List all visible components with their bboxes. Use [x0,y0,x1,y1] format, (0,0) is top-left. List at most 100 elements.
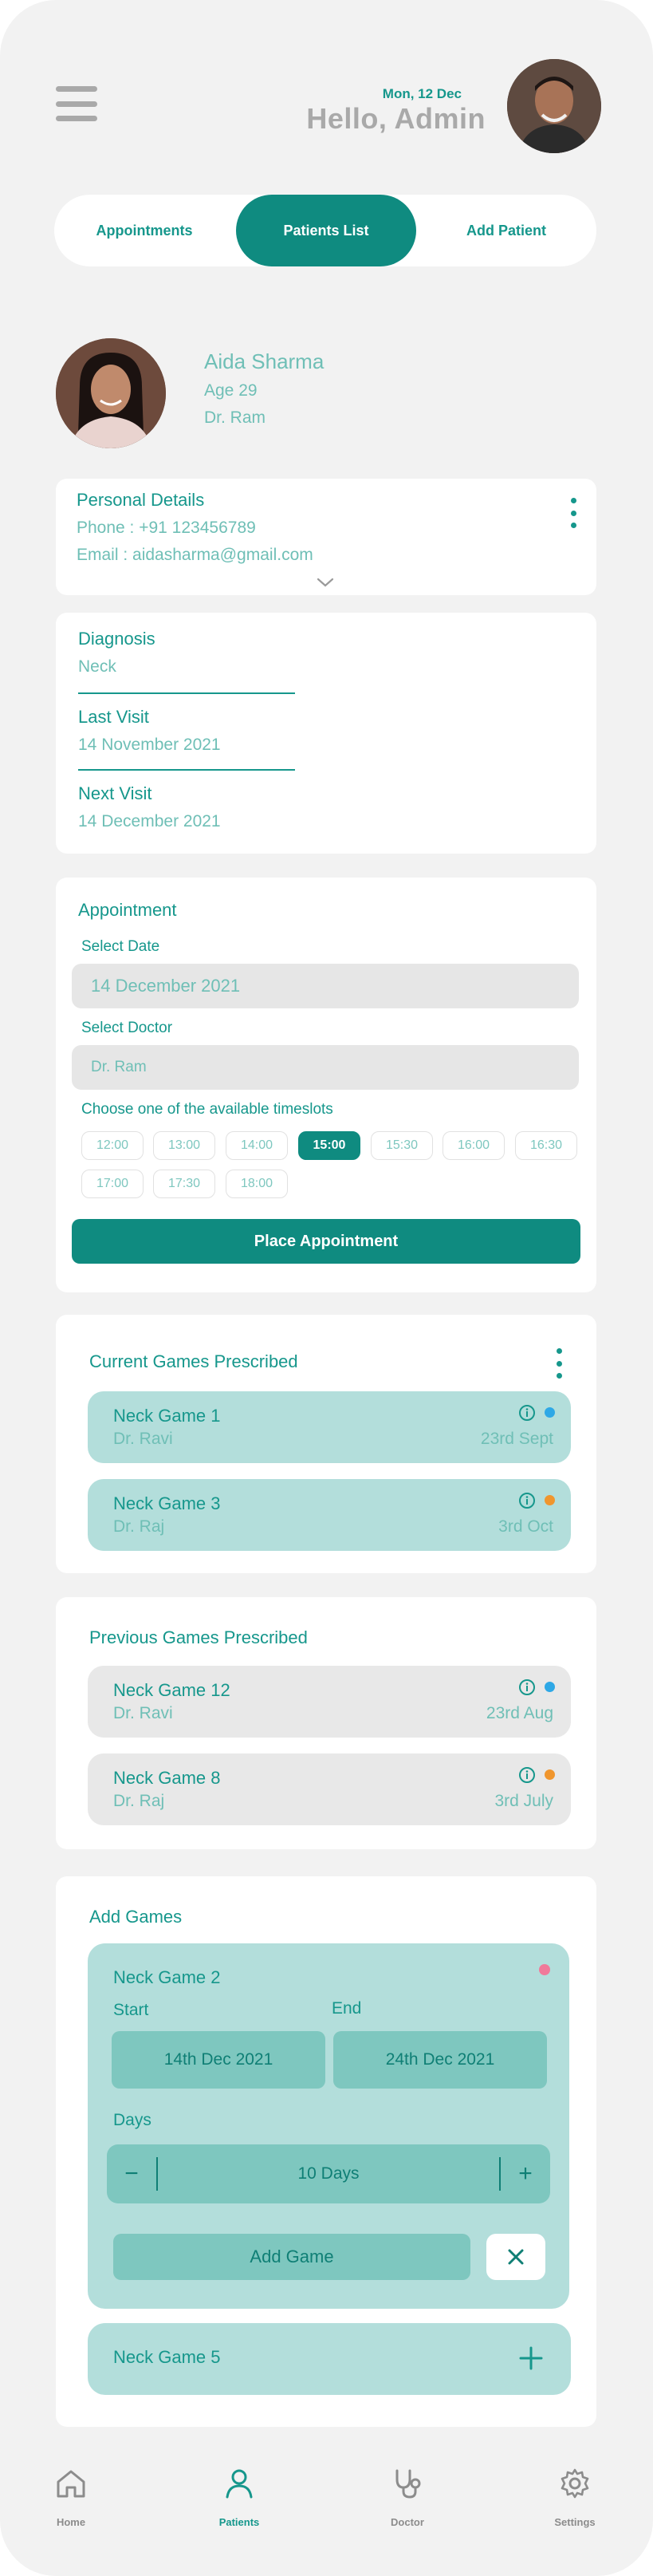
date-select[interactable]: 14 December 2021 [72,964,579,1008]
place-appointment-button[interactable]: Place Appointment [72,1219,580,1264]
nav-home[interactable]: Home [23,2467,119,2528]
select-date-label: Select Date [81,938,160,955]
select-doctor-label: Select Doctor [81,1020,173,1036]
status-dot [545,1407,555,1418]
status-dot [539,1964,550,1975]
chevron-down-icon[interactable] [316,576,335,589]
tab-bar: Appointments Patients List Add Patient [54,195,596,266]
next-visit-value: 14 December 2021 [78,812,221,830]
tab-appointments[interactable]: Appointments [54,195,234,266]
timeslot[interactable]: 12:00 [81,1131,144,1160]
status-dot [545,1495,555,1505]
patient-age: Age 29 [204,381,258,400]
start-date-picker[interactable]: 14th Dec 2021 [112,2031,325,2089]
add-games-title: Add Games [89,1907,183,1927]
increment-button[interactable]: + [501,2144,550,2203]
plus-icon[interactable] [518,2345,544,2371]
gear-icon [561,2468,589,2499]
timeslot[interactable]: 14:00 [226,1131,288,1160]
patient-name: Aida Sharma [204,349,325,373]
user-icon [226,2469,253,2499]
game-doctor: Dr. Ravi [113,1430,173,1448]
end-date-picker[interactable]: 24th Dec 2021 [333,2031,547,2089]
current-games-card: Current Games Prescribed Neck Game 1 Dr.… [56,1315,596,1573]
menu-icon[interactable] [56,85,97,123]
timeslot[interactable]: 16:30 [515,1131,577,1160]
status-dot [545,1682,555,1692]
tab-patients-list[interactable]: Patients List [236,195,416,266]
close-icon [508,2249,524,2265]
personal-phone: Phone : +91 123456789 [77,519,256,537]
last-visit-value: 14 November 2021 [78,736,221,754]
game-name: Neck Game 8 [113,1768,221,1788]
personal-details-card: Personal Details Phone : +91 123456789 E… [56,479,596,595]
home-icon [57,2470,85,2498]
game-date: 23rd Sept [480,1430,553,1448]
nav-settings[interactable]: Settings [527,2467,623,2528]
previous-games-card: Previous Games Prescribed Neck Game 12 D… [56,1597,596,1849]
nav-patients[interactable]: Patients [191,2467,287,2528]
last-visit-label: Last Visit [78,707,149,727]
game-name: Neck Game 5 [113,2347,221,2367]
divider [78,692,295,694]
days-label: Days [113,2111,151,2129]
game-doctor: Dr. Ravi [113,1704,173,1722]
nav-label: Patients [218,2516,260,2528]
info-icon[interactable] [518,1766,536,1784]
game-name: Neck Game 1 [113,1406,221,1426]
diagnosis-value: Neck [78,657,116,676]
next-visit-label: Next Visit [78,783,152,803]
days-stepper: − 10 Days + [107,2144,550,2203]
more-options-icon[interactable] [571,498,577,528]
status-dot [545,1769,555,1780]
add-game-form: Neck Game 2 Start End 14th Dec 2021 24th… [88,1943,569,2309]
current-games-title: Current Games Prescribed [89,1351,298,1371]
patient-doctor: Dr. Ram [204,408,266,427]
timeslot[interactable]: 17:30 [153,1170,215,1198]
game-date: 23rd Aug [486,1704,553,1722]
patient-avatar [56,338,166,448]
stethoscope-icon [395,2469,421,2499]
nav-label: Settings [554,2516,596,2528]
game-name: Neck Game 3 [113,1493,221,1513]
decrement-button[interactable]: − [107,2144,156,2203]
timeslot[interactable]: 13:00 [153,1131,215,1160]
game-name: Neck Game 12 [113,1680,230,1700]
close-button[interactable] [486,2234,545,2280]
nav-label: Home [56,2516,86,2528]
tab-add-patient[interactable]: Add Patient [416,195,596,266]
info-icon[interactable] [518,1679,536,1696]
game-item[interactable]: Neck Game 3 Dr. Raj 3rd Oct [88,1479,571,1551]
game-item[interactable]: Neck Game 12 Dr. Ravi 23rd Aug [88,1666,571,1738]
more-options-icon[interactable] [557,1348,563,1379]
nav-doctor[interactable]: Doctor [360,2467,455,2528]
game-date: 3rd July [494,1792,553,1810]
timeslot-selected[interactable]: 15:00 [298,1131,360,1160]
info-icon[interactable] [518,1492,536,1509]
doctor-select[interactable]: Dr. Ram [72,1045,579,1090]
appointment-card: Appointment Select Date 14 December 2021… [56,878,596,1292]
personal-email: Email : aidasharma@gmail.com [77,546,313,564]
timeslot[interactable]: 17:00 [81,1170,144,1198]
admin-avatar[interactable] [507,59,601,153]
phone-screen: Mon, 12 Dec Hello, Admin Appointments Pa… [0,0,653,2576]
game-item[interactable]: Neck Game 1 Dr. Ravi 23rd Sept [88,1391,571,1463]
timeslot[interactable]: 18:00 [226,1170,288,1198]
game-doctor: Dr. Raj [113,1792,165,1810]
timeslots-label: Choose one of the available timeslots [81,1101,333,1118]
info-icon[interactable] [518,1404,536,1422]
game-date: 3rd Oct [498,1517,553,1536]
game-name: Neck Game 2 [113,1967,221,1987]
previous-games-title: Previous Games Prescribed [89,1627,308,1647]
add-game-button[interactable]: Add Game [113,2234,470,2280]
days-value: 10 Days [297,2164,360,2183]
diagnosis-label: Diagnosis [78,629,155,649]
start-label: Start [113,2001,149,2019]
game-item[interactable]: Neck Game 8 Dr. Raj 3rd July [88,1753,571,1825]
game-doctor: Dr. Raj [113,1517,165,1536]
diagnosis-card: Diagnosis Neck Last Visit 14 November 20… [56,613,596,854]
timeslot[interactable]: 15:30 [371,1131,433,1160]
timeslot[interactable]: 16:00 [443,1131,505,1160]
game-item[interactable]: Neck Game 5 [88,2323,571,2395]
personal-details-title: Personal Details [77,490,205,510]
